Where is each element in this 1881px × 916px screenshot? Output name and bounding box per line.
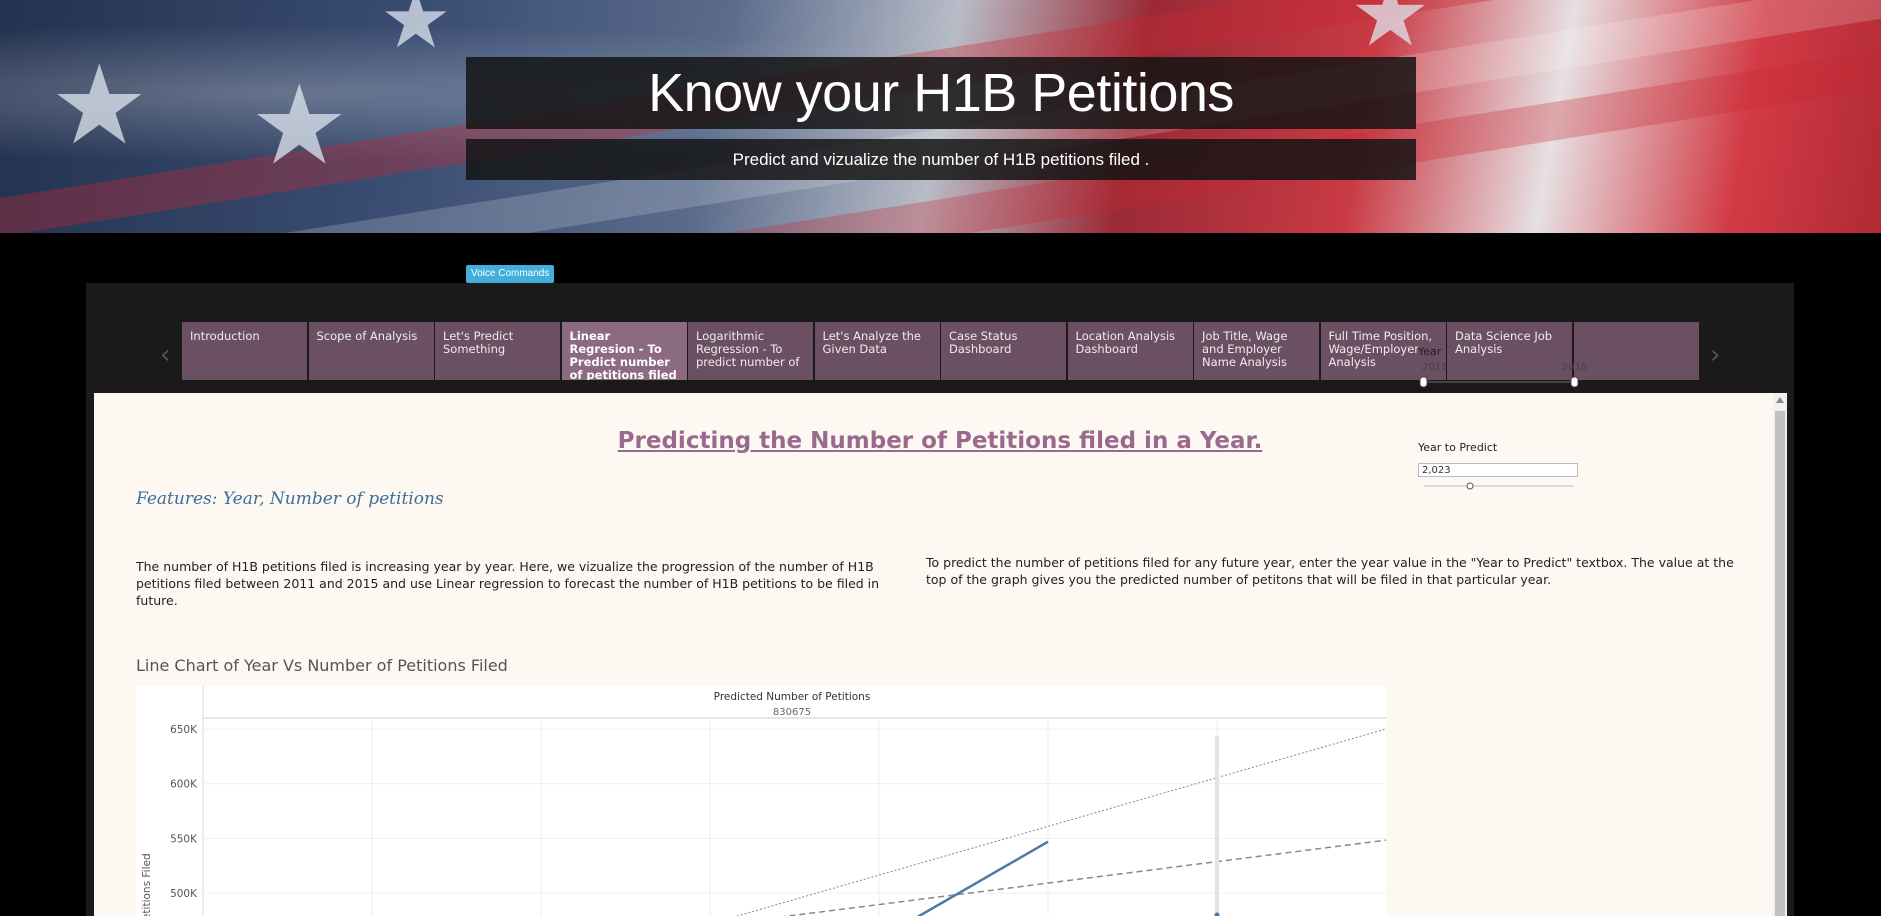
- star-icon: ★: [1350, 0, 1431, 67]
- tab-label: Location Analysis Dashboard: [1075, 329, 1176, 356]
- tab-empty[interactable]: [1573, 322, 1699, 380]
- line-chart[interactable]: Predicted Number of Petitions 830675 650…: [136, 686, 1386, 916]
- description-text: The number of H1B petitions filed is inc…: [136, 559, 880, 608]
- chevron-right-icon[interactable]: ›: [1710, 340, 1720, 370]
- slider-handle-max[interactable]: [1570, 376, 1579, 388]
- voice-commands-button[interactable]: Voice Commands: [466, 265, 555, 283]
- tab-job-title-wage[interactable]: Job Title, Wage and Employer Name Analys…: [1194, 322, 1319, 380]
- y-tick-label: 600K: [170, 779, 198, 791]
- tab-label: Let's Analyze the Given Data: [822, 329, 921, 356]
- content-heading: Predicting the Number of Petitions filed…: [617, 428, 1263, 454]
- tab-analyze-data[interactable]: Let's Analyze the Given Data: [814, 322, 940, 380]
- scroll-up-icon[interactable]: [1776, 397, 1784, 403]
- tab-linear-regression[interactable]: Linear Regresion - To Predict number of …: [561, 322, 687, 381]
- features-label: Features: Year, Number of petitions: [136, 489, 444, 509]
- tab-label: Job Title, Wage and Employer Name Analys…: [1202, 329, 1288, 369]
- year-filter-label: Year: [1418, 345, 1442, 358]
- tab-introduction[interactable]: Introduction: [182, 322, 307, 380]
- tab-logarithmic-regression[interactable]: Logarithmic Regression - To predict numb…: [688, 322, 813, 380]
- year-min-label: 2011: [1422, 362, 1448, 373]
- subtitle-box: Predict and vizualize the number of H1B …: [466, 139, 1416, 180]
- star-icon: ★: [50, 41, 149, 169]
- y-tick-label: 550K: [170, 833, 198, 845]
- header-banner: ★ ★ ★ ★ Know your H1B Petitions Predict …: [0, 0, 1881, 233]
- year-to-predict-label: Year to Predict: [1418, 441, 1498, 454]
- tab-label: Case Status Dashboard: [949, 329, 1018, 356]
- chart-title: Line Chart of Year Vs Number of Petition…: [136, 656, 508, 675]
- instructions-text: To predict the number of petitions filed…: [926, 555, 1734, 587]
- tab-label: Introduction: [190, 329, 260, 343]
- slider-handle-min[interactable]: [1419, 376, 1428, 388]
- y-tick-label: 650K: [170, 724, 198, 736]
- chevron-left-icon[interactable]: ‹: [160, 340, 170, 370]
- year-to-predict-input[interactable]: [1418, 463, 1578, 477]
- title-box: Know your H1B Petitions: [466, 57, 1416, 129]
- tab-label: Linear Regresion - To Predict number of …: [569, 329, 677, 381]
- year-to-predict-slider[interactable]: [1418, 481, 1583, 491]
- y-tick-label: 500K: [170, 888, 198, 900]
- tab-data-science-job[interactable]: Data Science Job Analysis: [1447, 322, 1572, 380]
- star-icon: ★: [380, 0, 452, 66]
- tab-label: Scope of Analysis: [316, 329, 418, 343]
- year-range-slider[interactable]: [1418, 375, 1583, 389]
- tab-label: Data Science Job Analysis: [1455, 329, 1553, 356]
- tab-label: Logarithmic Regression - To predict numb…: [696, 329, 800, 369]
- star-icon: ★: [250, 61, 349, 189]
- content-scrollbar[interactable]: [1773, 393, 1787, 916]
- story-tabs: Introduction Scope of Analysis Let's Pre…: [182, 322, 1700, 380]
- tab-lets-predict[interactable]: Let's Predict Something: [435, 322, 560, 380]
- page-subtitle: Predict and vizualize the number of H1B …: [732, 149, 1150, 169]
- tab-case-status[interactable]: Case Status Dashboard: [941, 322, 1066, 380]
- slider-handle[interactable]: [1466, 482, 1474, 490]
- tab-label: Let's Predict Something: [443, 329, 514, 356]
- chart-background: [136, 686, 1386, 916]
- y-axis-label: Petitions Filed: [141, 853, 153, 916]
- page-title: Know your H1B Petitions: [648, 63, 1234, 123]
- scroll-thumb[interactable]: [1775, 411, 1785, 916]
- prediction-header-label: Predicted Number of Petitions: [714, 691, 871, 703]
- year-max-label: 2016: [1562, 362, 1588, 373]
- tab-location-analysis[interactable]: Location Analysis Dashboard: [1067, 322, 1193, 380]
- tab-scope-of-analysis[interactable]: Scope of Analysis: [308, 322, 434, 380]
- tab-label: Full Time Position, Wage/Employer Analys…: [1328, 329, 1433, 369]
- prediction-header-value: 830675: [773, 707, 811, 718]
